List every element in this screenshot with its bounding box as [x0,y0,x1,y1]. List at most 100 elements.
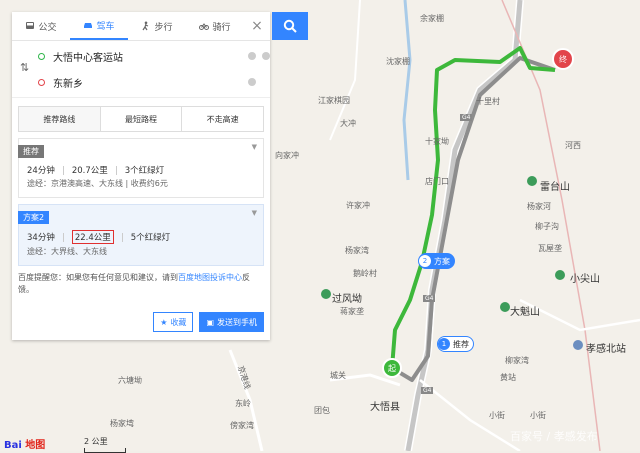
tab-bike[interactable]: 骑行 [186,12,244,40]
bus-icon [26,22,35,29]
favorite-button[interactable]: ★ 收藏 [153,312,194,332]
route-plan-2[interactable]: 方案2 ▼ 34分钟 22.4公里 5个红绿灯 途经：大界线、大东线 [18,204,264,266]
travel-mode-tabs: 公交 驾车 步行 骑行 × [12,12,270,41]
plan-tag: 方案2 [18,211,50,224]
mode-label: 公交 [38,22,57,33]
town-label: 孝感北站 [586,344,626,355]
plan-time: 24分钟 [27,166,55,176]
plan-via: 途经：大界线、大东线 [27,247,107,256]
feedback-tip: 百度提醒您：如果您有任何意见和建议，请到百度地图投诉中心反馈。 [18,273,250,294]
close-icon[interactable]: × [244,12,270,40]
mode-label: 步行 [154,22,173,33]
place-label: 店门口 [425,177,449,186]
town-label: 沈家棚 [386,57,410,66]
tab-bus[interactable]: 公交 [12,12,70,40]
town-label: 大悟县 [370,402,400,413]
plan-distance: 22.4公里 [71,230,114,244]
search-button[interactable] [272,12,308,40]
place-label: 杨家塆 [110,419,134,428]
start-marker[interactable]: 起 [382,358,402,378]
place-label: 许家冲 [346,201,370,210]
plan-distance: 20.7公里 [71,166,108,176]
add-waypoint-icon[interactable] [262,52,270,60]
bike-icon [199,23,210,30]
chevron-down-icon[interactable]: ▼ [252,209,257,217]
place-label: 团包 [314,406,330,415]
place-label: 柳家湾 [505,356,529,365]
plan-stats: 24分钟 20.7公里 3个红绿灯 [27,164,255,176]
place-label: 城关 [330,371,346,380]
place-label: 东岭 [235,399,251,408]
road-label: G4 [421,387,434,394]
plan-lights: 3个红绿灯 [124,166,165,176]
send-to-phone-button[interactable]: ▣ 发送到手机 [199,312,264,332]
route-plan-1[interactable]: 推荐 ▼ 24分钟 20.7公里 3个红绿灯 途经：京港澳高速、大东线 | 收费… [18,138,264,198]
place-label: 黄站 [500,373,516,382]
destination-dot-icon [38,78,45,86]
tab-drive[interactable]: 驾车 [70,12,128,40]
strategy-no-highway[interactable]: 不走高速 [182,107,263,131]
origin-value: 大悟中心客运站 [53,52,123,64]
peak-marker [527,176,537,186]
tab-walk[interactable]: 步行 [128,12,186,40]
route-tag-alt[interactable]: 2 方案 [418,253,455,269]
town-label: 雷台山 [540,182,570,193]
place-label: 柳子沟 [535,222,559,231]
plan-time: 34分钟 [27,233,55,243]
place-label: 六塘坳 [118,376,142,385]
place-label: 十里村 [476,97,500,106]
complaint-link[interactable]: 百度地图投诉中心 [178,273,242,282]
plan-tag: 推荐 [18,145,44,158]
peak-marker [321,289,331,299]
place-label: 杨家湾 [345,246,369,255]
town-label: 过风坳 [332,294,362,305]
panel-actions: ★ 收藏 ▣ 发送到手机 [18,312,264,332]
mode-label: 驾车 [96,21,115,32]
phone-icon: ▣ [206,317,214,327]
clear-destination-icon[interactable] [248,78,256,86]
chevron-down-icon[interactable]: ▼ [252,143,257,151]
plan-stats: 34分钟 22.4公里 5个红绿灯 [27,230,255,244]
place-label: 鹅岭村 [353,269,377,278]
destination-value: 东新乡 [53,78,83,90]
strategy-shortest[interactable]: 最短路程 [101,107,183,131]
place-label: 傍家湾 [230,421,254,430]
watermark: 百家号 / 孝感发布 [510,430,598,443]
road-label: G4 [423,295,436,302]
place-label: 向家冲 [275,151,299,160]
town-label: 河西 [565,141,581,150]
town-label: 余家棚 [420,14,444,23]
place-label: 小街 [489,411,505,420]
plan-via: 途经：京港澳高速、大东线 | 收费约6元 [27,179,168,188]
place-label: 江家棋园 [318,96,350,105]
search-icon [283,19,297,33]
town-label: 十家坳 [425,137,449,146]
station-marker [573,340,583,350]
car-icon [84,23,93,28]
route-num: 1 [438,338,450,350]
walk-icon [142,21,149,31]
route-tag-main[interactable]: 1 推荐 [437,336,474,352]
origin-dot-icon [38,52,45,60]
plan-fee: 收费约6元 [130,179,168,188]
clear-origin-icon[interactable] [248,52,256,60]
swap-icon[interactable]: ⇅ [20,61,29,74]
route-input-area: ⇅ 大悟中心客运站 东新乡 [12,41,270,98]
road-label: G4 [460,114,473,121]
route-strategy-tabs: 推荐路线 最短路程 不走高速 [18,106,264,132]
place-label: 小街 [530,411,546,420]
star-icon: ★ [160,317,168,327]
town-label: 大冲 [340,119,356,128]
place-label: 蒋家垄 [340,307,364,316]
map-scale: 2 公里 [84,436,126,453]
baidu-map-logo[interactable]: Bai 地图 [4,436,45,451]
origin-field[interactable]: 大悟中心客运站 [38,43,270,69]
route-tag-label: 方案 [434,256,450,266]
end-marker[interactable]: 终 [552,48,574,70]
plan-lights: 5个红绿灯 [130,233,171,243]
destination-field[interactable]: 东新乡 [38,69,256,95]
route-panel: 公交 驾车 步行 骑行 × ⇅ 大悟中心客运站 东新乡 推荐路线 最短路程 不走… [12,12,270,340]
town-label: 杨家河 [527,202,551,211]
route-num: 2 [419,255,431,267]
strategy-recommended[interactable]: 推荐路线 [19,107,101,131]
